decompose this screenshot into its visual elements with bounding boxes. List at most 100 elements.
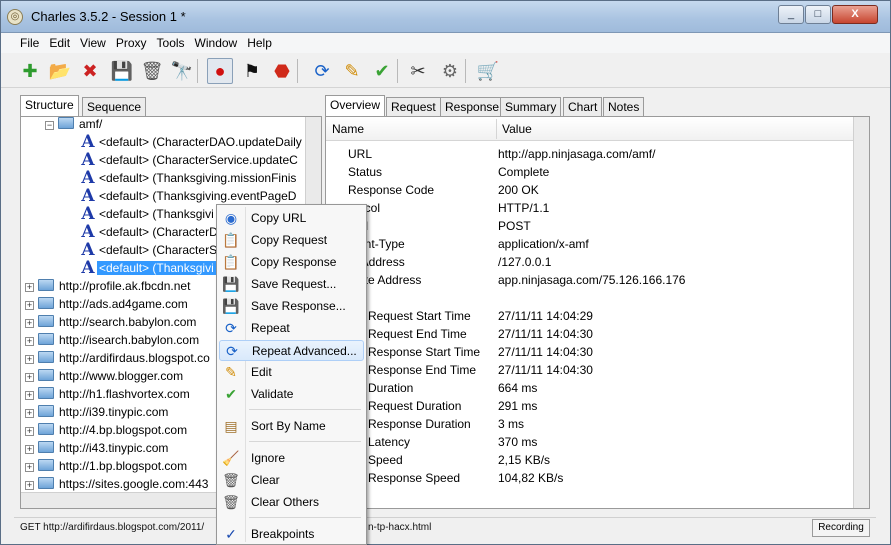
tree-item-host[interactable]: + http://ardifirdaus.blogspot.co <box>25 349 212 367</box>
menu-item-sort-by-name[interactable]: ▤ Sort By Name <box>219 416 364 437</box>
table-row[interactable]: Request Duration 291 ms <box>326 397 853 415</box>
new-session-icon[interactable]: ✚ <box>17 58 43 84</box>
table-row[interactable]: Request Start Time 27/11/11 14:04:29 <box>326 307 853 325</box>
table-row[interactable]: ing <box>326 289 853 307</box>
menu-proxy[interactable]: Proxy <box>111 33 152 50</box>
save-session-icon[interactable]: 💾 <box>109 58 135 84</box>
breakpoints-icon[interactable]: ⬣ <box>269 58 295 84</box>
menu-item-save-request[interactable]: 💾 Save Request... <box>219 274 364 295</box>
expand-icon[interactable]: + <box>25 427 34 436</box>
tree-item-host[interactable]: + http://1.bp.blogspot.com <box>25 457 189 475</box>
menu-edit[interactable]: Edit <box>44 33 75 50</box>
clear-session-icon[interactable]: 🗑 <box>139 58 165 84</box>
menu-window[interactable]: Window <box>190 33 243 50</box>
validate-icon[interactable]: ✔ <box>369 58 395 84</box>
tree-item-amf-call[interactable]: A <default> (CharacterD <box>81 223 220 241</box>
tree-item-amf-call[interactable]: A <default> (Thanksgivi <box>81 259 216 277</box>
tools-icon[interactable]: ✂ <box>405 58 431 84</box>
shop-cart-icon[interactable]: 🛒 <box>475 58 501 84</box>
tree-item-amf-call[interactable]: A <default> (Thanksgiving.missionFinis <box>81 169 298 187</box>
menu-file[interactable]: File <box>1 33 44 50</box>
expand-icon[interactable]: + <box>25 355 34 364</box>
table-row[interactable]: Response Speed 104,82 KB/s <box>326 469 853 487</box>
menu-item-breakpoints[interactable]: ✓ Breakpoints <box>219 524 364 545</box>
collapse-icon[interactable]: − <box>45 121 54 130</box>
tree-item-host[interactable]: + http://isearch.babylon.com <box>25 331 201 349</box>
table-row[interactable]: nt Address/127.0.0.1 <box>326 253 853 271</box>
tree-item-amf-call[interactable]: A <default> (CharacterService.updateC <box>81 151 300 169</box>
expand-icon[interactable]: + <box>25 319 34 328</box>
tree-folder-amf[interactable]: − amf/ <box>45 117 104 133</box>
menu-item-repeat-advanced[interactable]: ⟳ Repeat Advanced... <box>219 340 364 361</box>
tab-chart[interactable]: Chart <box>563 97 603 116</box>
tree-item-host[interactable]: + http://4.bp.blogspot.com <box>25 421 189 439</box>
expand-icon[interactable]: + <box>25 463 34 472</box>
expand-icon[interactable]: + <box>25 283 34 292</box>
table-row[interactable]: Status Complete <box>326 163 853 181</box>
expand-icon[interactable]: + <box>25 301 34 310</box>
tab-request[interactable]: Request <box>386 97 441 116</box>
tree-item-host[interactable]: + http://profile.ak.fbcdn.net <box>25 277 192 295</box>
table-row[interactable]: Response Start Time 27/11/11 14:04:30 <box>326 343 853 361</box>
tree-item-host[interactable]: + http://search.babylon.com <box>25 313 198 331</box>
expand-icon[interactable]: + <box>25 445 34 454</box>
expand-icon[interactable]: + <box>25 481 34 490</box>
table-row[interactable]: URL http://app.ninjasaga.com/amf/ <box>326 145 853 163</box>
table-row[interactable]: mote Address app.ninjasaga.com/75.126.166… <box>326 271 853 289</box>
table-row[interactable]: e <box>326 487 853 505</box>
minimize-button[interactable]: _ <box>778 5 804 24</box>
menu-help[interactable]: Help <box>242 33 277 50</box>
find-icon[interactable]: 🔭 <box>169 58 195 84</box>
column-value-header[interactable]: Value <box>502 122 532 136</box>
tree-item-amf-call[interactable]: A <default> (CharacterDAO.updateDaily <box>81 133 304 151</box>
menu-item-save-response[interactable]: 💾 Save Response... <box>219 296 364 317</box>
tree-item-amf-call[interactable]: A <default> (CharacterS <box>81 241 219 259</box>
menu-item-repeat[interactable]: ⟳ Repeat <box>219 318 364 339</box>
tab-structure[interactable]: Structure <box>20 95 79 116</box>
close-button[interactable]: X <box>832 5 878 24</box>
tab-overview[interactable]: Overview <box>325 95 386 116</box>
table-row[interactable]: Response Duration 3 ms <box>326 415 853 433</box>
expand-icon[interactable]: + <box>25 391 34 400</box>
menu-view[interactable]: View <box>75 33 111 50</box>
tab-notes[interactable]: Notes <box>603 97 645 116</box>
menu-item-copy-response[interactable]: 📋 Copy Response <box>219 252 364 273</box>
throttle-icon[interactable]: ⚑ <box>239 58 265 84</box>
menu-item-copy-request[interactable]: 📋 Copy Request <box>219 230 364 251</box>
tab-response[interactable]: Response <box>440 97 505 116</box>
close-session-icon[interactable]: ✖ <box>77 58 103 84</box>
menu-item-edit[interactable]: ✎ Edit <box>219 362 364 383</box>
detail-vertical-scrollbar[interactable] <box>853 117 869 508</box>
table-row[interactable]: Duration 664 ms <box>326 379 853 397</box>
tree-item-amf-call[interactable]: A <default> (Thanksgivi <box>81 205 216 223</box>
tree-item-host[interactable]: + http://i43.tinypic.com <box>25 439 170 457</box>
table-row[interactable]: Request End Time 27/11/11 14:04:30 <box>326 325 853 343</box>
repeat-icon[interactable]: ⟳ <box>309 58 335 84</box>
expand-icon[interactable]: + <box>25 373 34 382</box>
settings-icon[interactable]: ⚙ <box>437 58 463 84</box>
table-row[interactable]: Latency 370 ms <box>326 433 853 451</box>
table-row[interactable]: Response End Time 27/11/11 14:04:30 <box>326 361 853 379</box>
table-row[interactable]: ntent-Type application/x-amf <box>326 235 853 253</box>
title-bar[interactable]: ◎ Charles 3.5.2 - Session 1 * _ □ X <box>1 1 890 33</box>
menu-item-copy-url[interactable]: ◉ Copy URL <box>219 208 364 229</box>
tab-sequence[interactable]: Sequence <box>82 97 147 116</box>
menu-item-ignore[interactable]: 🧹 Ignore <box>219 448 364 469</box>
table-row[interactable]: hodPOST <box>326 217 853 235</box>
table-row[interactable]: otocolHTTP/1.1 <box>326 199 853 217</box>
recording-indicator[interactable]: Recording <box>812 519 870 537</box>
menu-item-validate[interactable]: ✔ Validate <box>219 384 364 405</box>
tab-summary[interactable]: Summary <box>500 97 562 116</box>
maximize-button[interactable]: □ <box>805 5 831 24</box>
menu-item-clear-others[interactable]: 🗑 Clear Others <box>219 492 364 513</box>
table-row[interactable]: Response Code 200 OK <box>326 181 853 199</box>
tree-item-host[interactable]: + https://sites.google.com:443 <box>25 475 210 493</box>
expand-icon[interactable]: + <box>25 337 34 346</box>
tree-item-amf-call[interactable]: A <default> (Thanksgiving.eventPageD <box>81 187 298 205</box>
tree-item-host[interactable]: + http://ads.ad4game.com <box>25 295 190 313</box>
menu-item-clear[interactable]: 🗑 Clear <box>219 470 364 491</box>
expand-icon[interactable]: + <box>25 409 34 418</box>
column-name-header[interactable]: Name <box>332 122 364 136</box>
open-session-icon[interactable]: 📂 <box>47 58 73 84</box>
tree-item-host[interactable]: + http://www.blogger.com <box>25 367 185 385</box>
